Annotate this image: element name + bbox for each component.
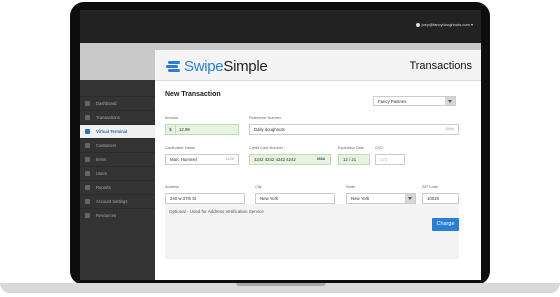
reference-counter: 15/64 xyxy=(445,127,454,131)
chevron-down-icon xyxy=(445,97,455,105)
sidebar-item-label: Items xyxy=(96,157,107,162)
swipesimple-logo-icon xyxy=(166,61,180,72)
user-icon xyxy=(415,22,420,27)
sidebar-item-label: Reports xyxy=(96,185,111,190)
chevron-down-icon xyxy=(405,194,415,203)
avs-section: Optional - Used for Address Verification… xyxy=(165,204,459,259)
laptop-notch xyxy=(236,283,326,286)
items-icon xyxy=(85,157,90,162)
user-email: joey@fancydoughnuts.com ▾ xyxy=(421,22,473,27)
card-number-label: Credit Card Number xyxy=(249,146,283,150)
amount-field[interactable]: $12.99 xyxy=(165,124,239,135)
city-value: New York xyxy=(260,196,279,201)
reference-value: Daily doughnuts xyxy=(254,127,285,132)
app-header: SwipeSimple Transactions xyxy=(155,50,481,81)
sidebar-item-dashboard[interactable]: Dashboard xyxy=(80,96,155,110)
sidebar-item-items[interactable]: Items xyxy=(80,152,155,166)
user-menu[interactable]: joey@fancydoughnuts.com ▾ xyxy=(415,22,473,27)
amount-value: 12.99 xyxy=(179,127,190,132)
merchant-select[interactable]: Fancy Pastries xyxy=(373,96,456,106)
card-icon xyxy=(85,129,90,134)
state-select[interactable]: New York xyxy=(346,193,416,204)
cvv-label: CVV xyxy=(375,146,383,150)
brand-logo: SwipeSimple xyxy=(184,58,268,75)
card-number-field[interactable]: 4242 4242 4242 4242 VISA xyxy=(249,154,331,165)
address-field[interactable]: 240 w 37th St xyxy=(165,193,245,204)
cvv-field[interactable]: 123 xyxy=(375,154,405,165)
expiration-field[interactable]: 12 / 21 xyxy=(338,154,370,165)
reports-icon xyxy=(85,185,90,190)
sidebar-item-resources[interactable]: Resources xyxy=(80,208,155,222)
currency-prefix: $ xyxy=(166,125,176,134)
sidebar-item-users[interactable]: Users xyxy=(80,166,155,180)
cvv-placeholder: 123 xyxy=(380,157,388,162)
expiration-label: Expiration Date xyxy=(338,146,364,150)
address-value: 240 w 37th St xyxy=(170,196,197,201)
expiration-value: 12 / 21 xyxy=(343,157,357,162)
sidebar-item-label: Account Settings xyxy=(96,199,128,204)
cardholder-value: Marc Hummel xyxy=(170,157,197,162)
sidebar-item-label: Dashboard xyxy=(96,101,117,106)
city-field[interactable]: New York xyxy=(255,193,335,204)
cardholder-counter: 11/26 xyxy=(225,157,235,161)
card-number-value: 4242 4242 4242 4242 xyxy=(254,157,296,162)
sidebar-item-label: Customers xyxy=(96,143,117,148)
reference-field[interactable]: Daily doughnuts 15/64 xyxy=(249,124,459,135)
brand-suffix: Simple xyxy=(223,58,268,75)
screen: joey@fancydoughnuts.com ▾ Dashboard Tran… xyxy=(80,10,481,280)
zip-value: 10018 xyxy=(427,196,439,201)
charge-button[interactable]: Charge xyxy=(432,218,459,231)
state-value: New York xyxy=(351,196,370,201)
top-bar: joey@fancydoughnuts.com ▾ xyxy=(80,10,481,43)
app-panel: SwipeSimple Transactions New Transaction… xyxy=(155,50,481,280)
sidebar-item-customers[interactable]: Customers xyxy=(80,138,155,152)
customers-icon xyxy=(85,143,90,148)
sidebar-item-virtual-terminal[interactable]: Virtual Terminal xyxy=(80,124,155,138)
brand-prefix: Swipe xyxy=(184,58,224,75)
state-label: State xyxy=(346,185,355,189)
sidebar-item-label: Users xyxy=(96,171,107,176)
laptop-base xyxy=(0,283,560,293)
users-icon xyxy=(85,171,90,176)
dashboard-icon xyxy=(85,101,90,106)
cardholder-field[interactable]: Marc Hummel 11/26 xyxy=(165,154,239,165)
sidebar-item-transactions[interactable]: Transactions xyxy=(80,110,155,124)
zip-field[interactable]: 10018 xyxy=(422,193,459,204)
form-title: New Transaction xyxy=(165,91,221,98)
sidebar-item-reports[interactable]: Reports xyxy=(80,180,155,194)
zip-label: ZIP Code xyxy=(422,185,438,189)
merchant-select-value: Fancy Pastries xyxy=(378,99,407,104)
address-label: Address xyxy=(165,185,179,189)
page-title: Transactions xyxy=(409,60,472,72)
sidebar-item-label: Virtual Terminal xyxy=(96,129,128,134)
sidebar: Dashboard Transactions Virtual Terminal … xyxy=(80,80,155,280)
reference-label: Reference Number xyxy=(249,116,282,120)
sidebar-item-label: Resources xyxy=(96,213,117,218)
settings-icon xyxy=(85,199,90,204)
visa-icon: VISA xyxy=(316,157,325,161)
cardholder-label: Cardholder Name xyxy=(165,146,195,150)
transactions-icon xyxy=(85,115,90,120)
sidebar-item-account-settings[interactable]: Account Settings xyxy=(80,194,155,208)
city-label: City xyxy=(255,185,262,189)
amount-label: Amount xyxy=(165,116,179,120)
sidebar-item-label: Transactions xyxy=(96,115,120,120)
avs-title: Optional - Used for Address Verification… xyxy=(169,209,264,214)
resources-icon xyxy=(85,213,90,218)
